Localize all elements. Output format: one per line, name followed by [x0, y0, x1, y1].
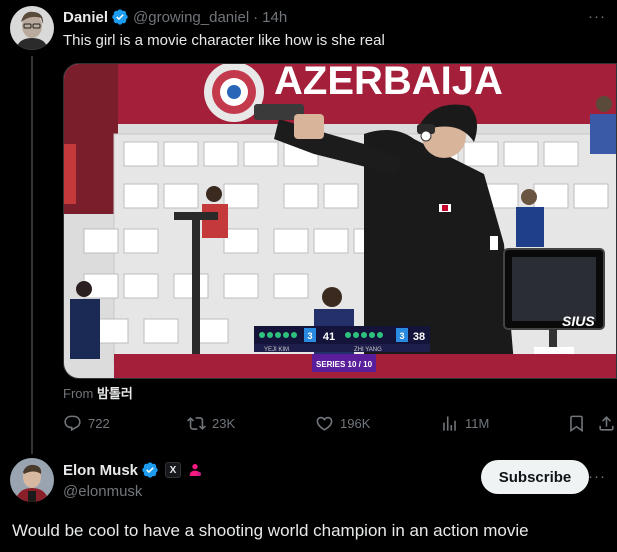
thread-line — [31, 56, 33, 454]
x-affiliate-badge-icon[interactable]: X — [165, 462, 182, 478]
left-score: 41 — [323, 331, 335, 343]
repost-icon — [187, 417, 206, 430]
like-button[interactable]: 196K — [315, 414, 370, 433]
right-name: ZHI YANG — [354, 347, 382, 353]
share-button[interactable] — [597, 414, 617, 433]
monitor-brand: SIUS — [562, 313, 595, 329]
reply-author-name[interactable]: Elon Musk — [63, 462, 138, 479]
author-name[interactable]: Daniel — [63, 9, 108, 26]
repost-button[interactable]: 23K — [187, 414, 235, 433]
series-text: SERIES 10 / 10 — [316, 360, 373, 369]
person-badge-icon[interactable] — [187, 462, 203, 478]
heart-icon — [316, 416, 333, 431]
left-shots: 3 — [307, 331, 312, 341]
bookmark-icon — [570, 415, 583, 433]
views-button[interactable]: 11M — [440, 414, 489, 433]
views-chart-icon — [443, 416, 456, 431]
reply-author-handle[interactable]: @elonmusk — [63, 483, 142, 500]
right-shots: 3 — [399, 331, 404, 341]
from-name[interactable]: 밤톨러 — [97, 386, 133, 401]
reply-text: Would be cool to have a shooting world c… — [12, 521, 529, 540]
subscribe-button[interactable]: Subscribe — [481, 460, 589, 494]
banner-text: AZERBAIJA — [274, 64, 503, 103]
share-icon — [599, 416, 614, 431]
post-header: Daniel @growing_daniel · 14h — [63, 8, 287, 26]
bookmark-button[interactable] — [567, 414, 592, 433]
from-label: From — [63, 386, 94, 401]
timestamp[interactable]: 14h — [262, 9, 287, 26]
like-count: 196K — [340, 416, 371, 431]
left-name: YEJI KIM — [264, 347, 289, 353]
author-handle[interactable]: @growing_daniel — [133, 9, 249, 26]
views-count: 11M — [465, 416, 490, 431]
reply-header: Elon Musk X — [63, 461, 203, 479]
verified-badge-icon — [112, 9, 128, 25]
post-text: This girl is a movie character like how … — [63, 32, 385, 49]
reply-count: 722 — [88, 416, 110, 431]
media-source: From 밤톨러 — [63, 383, 133, 402]
post-media-image[interactable]: AZERBAIJA SIUS 3 41 3 38 YEJI KIM ZHI YA… — [63, 63, 617, 379]
avatar[interactable] — [10, 6, 54, 50]
more-options-icon[interactable]: ··· — [585, 469, 609, 490]
separator: · — [253, 8, 259, 26]
verified-badge-icon — [142, 462, 158, 478]
action-bar: 722 23K 196K 11M — [63, 414, 617, 436]
more-options-icon[interactable]: ··· — [585, 9, 609, 30]
shooting-photo: AZERBAIJA SIUS 3 41 3 38 YEJI KIM ZHI YA… — [64, 64, 616, 378]
reply-button[interactable]: 722 — [63, 414, 110, 433]
right-score: 38 — [413, 331, 425, 343]
reply-icon — [64, 415, 81, 432]
avatar[interactable] — [10, 458, 54, 502]
repost-count: 23K — [212, 416, 236, 431]
